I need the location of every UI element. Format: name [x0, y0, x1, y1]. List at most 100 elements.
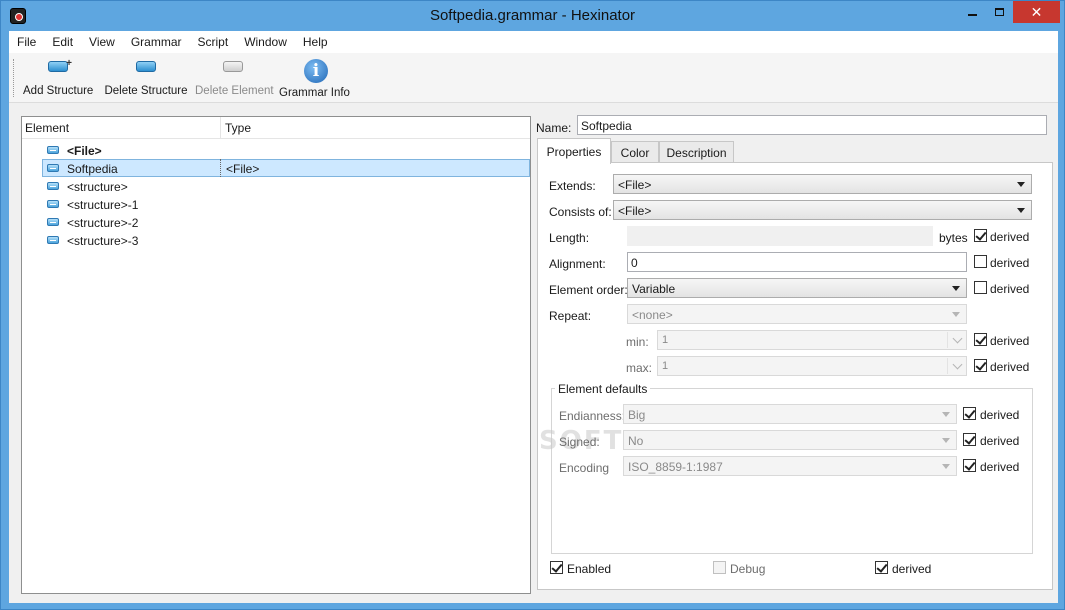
- extends-label: Extends:: [549, 179, 596, 193]
- tree-row[interactable]: <structure>-3: [22, 232, 530, 250]
- close-icon: ✕: [1030, 3, 1043, 20]
- signed-select[interactable]: No: [623, 430, 957, 450]
- structure-node-icon: [47, 146, 59, 154]
- window-title: Softpedia.grammar - Hexinator: [429, 7, 636, 24]
- chevron-down-icon[interactable]: [952, 359, 963, 370]
- tree-row[interactable]: <structure>-2: [22, 214, 530, 232]
- delete-element-button[interactable]: Delete Element: [195, 57, 274, 101]
- close-button[interactable]: ✕: [1013, 1, 1060, 23]
- menu-file[interactable]: File: [9, 31, 44, 53]
- tab-description[interactable]: Description: [659, 141, 734, 163]
- tree-row[interactable]: <structure>-1: [22, 196, 530, 214]
- app-window: Softpedia.grammar - Hexinator ✕ File Edi…: [0, 0, 1065, 610]
- structure-node-icon: [47, 218, 59, 226]
- derived-label: derived: [892, 562, 932, 576]
- chevron-down-icon[interactable]: [952, 333, 963, 344]
- alignment-input[interactable]: 0: [627, 252, 967, 272]
- tree-row[interactable]: <File>: [22, 142, 530, 160]
- menu-script[interactable]: Script: [190, 31, 237, 53]
- structure-node-icon: [47, 236, 59, 244]
- repeat-value: <none>: [632, 308, 673, 322]
- order-derived-checkbox[interactable]: [974, 281, 987, 294]
- extends-select[interactable]: <File>: [613, 174, 1032, 194]
- derived-checkbox[interactable]: [875, 561, 888, 574]
- max-derived-label: derived: [990, 360, 1030, 374]
- tree-row-name: <structure>: [67, 180, 128, 194]
- element-defaults-title: Element defaults: [555, 382, 651, 396]
- menu-bar: File Edit View Grammar Script Window Hel…: [9, 31, 1058, 53]
- endianness-select[interactable]: Big: [623, 404, 957, 424]
- column-header-element[interactable]: Element: [25, 121, 69, 135]
- add-structure-button[interactable]: + Add Structure: [23, 57, 93, 101]
- menu-view[interactable]: View: [81, 31, 123, 53]
- structure-tree[interactable]: Element Type <File> Softpedia <File> <st…: [21, 116, 531, 594]
- consists-of-select[interactable]: <File>: [613, 200, 1032, 220]
- tree-row-name: Softpedia: [67, 162, 118, 176]
- delete-element-icon: [223, 61, 243, 75]
- minimize-button[interactable]: [959, 1, 986, 23]
- repeat-min-value: 1: [662, 334, 669, 346]
- maximize-button[interactable]: [986, 1, 1013, 23]
- min-derived-label: derived: [990, 334, 1030, 348]
- alignment-derived-checkbox[interactable]: [974, 255, 987, 268]
- max-derived-checkbox[interactable]: [974, 359, 987, 372]
- alignment-label: Alignment:: [549, 257, 606, 271]
- alignment-derived-label: derived: [990, 256, 1030, 270]
- structure-node-icon: [47, 164, 59, 172]
- length-input[interactable]: [627, 226, 933, 246]
- maximize-icon: [995, 8, 1004, 16]
- element-order-select[interactable]: Variable: [627, 278, 967, 298]
- name-label: Name:: [536, 121, 572, 135]
- tab-properties[interactable]: Properties: [537, 138, 611, 164]
- tree-row-name: <structure>-1: [67, 198, 139, 212]
- repeat-max-stepper[interactable]: 1: [657, 356, 967, 376]
- repeat-min-stepper[interactable]: 1: [657, 330, 967, 350]
- menu-edit[interactable]: Edit: [44, 31, 81, 53]
- column-divider: [220, 159, 221, 177]
- client-area: File Edit View Grammar Script Window Hel…: [9, 31, 1058, 603]
- signed-derived-label: derived: [980, 434, 1020, 448]
- debug-label: Debug: [730, 562, 766, 576]
- signed-derived-checkbox[interactable]: [963, 433, 976, 446]
- encoding-value: ISO_8859-1:1987: [628, 460, 723, 474]
- add-structure-label: Add Structure: [23, 85, 94, 97]
- chevron-down-icon: [1017, 208, 1025, 213]
- length-derived-label: derived: [990, 230, 1030, 244]
- min-derived-checkbox[interactable]: [974, 333, 987, 346]
- chevron-down-icon: [942, 438, 950, 443]
- grammar-info-button[interactable]: i Grammar Info: [279, 57, 350, 101]
- chevron-down-icon: [952, 286, 960, 291]
- tree-row[interactable]: <structure>: [22, 178, 530, 196]
- tree-row-name: <structure>-3: [67, 234, 139, 248]
- tree-row-name: <structure>-2: [67, 216, 139, 230]
- encoding-label: Encoding: [559, 461, 610, 475]
- element-order-label: Element order:: [549, 283, 628, 297]
- toolbar-grip[interactable]: [13, 59, 16, 97]
- extends-value: <File>: [618, 178, 652, 192]
- tab-color[interactable]: Color: [611, 141, 659, 163]
- menu-grammar[interactable]: Grammar: [123, 31, 190, 53]
- order-derived-label: derived: [990, 282, 1030, 296]
- name-input[interactable]: Softpedia: [577, 115, 1047, 135]
- column-divider[interactable]: [220, 117, 221, 139]
- tree-row-selected[interactable]: Softpedia <File>: [42, 159, 530, 177]
- length-label: Length:: [549, 231, 590, 245]
- debug-checkbox[interactable]: [713, 561, 726, 574]
- enabled-checkbox[interactable]: [550, 561, 563, 574]
- delete-structure-button[interactable]: Delete Structure: [103, 57, 189, 101]
- endianness-derived-checkbox[interactable]: [963, 407, 976, 420]
- menu-window[interactable]: Window: [236, 31, 295, 53]
- encoding-select[interactable]: ISO_8859-1:1987: [623, 456, 957, 476]
- repeat-select[interactable]: <none>: [627, 304, 967, 324]
- structure-node-icon: [47, 182, 59, 190]
- length-derived-checkbox[interactable]: [974, 229, 987, 242]
- endianness-label: Endianness:: [559, 409, 626, 423]
- tree-row-type: <File>: [226, 162, 260, 176]
- column-header-type[interactable]: Type: [225, 121, 251, 135]
- title-bar[interactable]: Softpedia.grammar - Hexinator ✕: [1, 1, 1064, 31]
- structure-node-icon: [47, 200, 59, 208]
- delete-element-label: Delete Element: [195, 85, 274, 97]
- encoding-derived-checkbox[interactable]: [963, 459, 976, 472]
- tree-header: Element Type: [22, 117, 530, 139]
- menu-help[interactable]: Help: [295, 31, 336, 53]
